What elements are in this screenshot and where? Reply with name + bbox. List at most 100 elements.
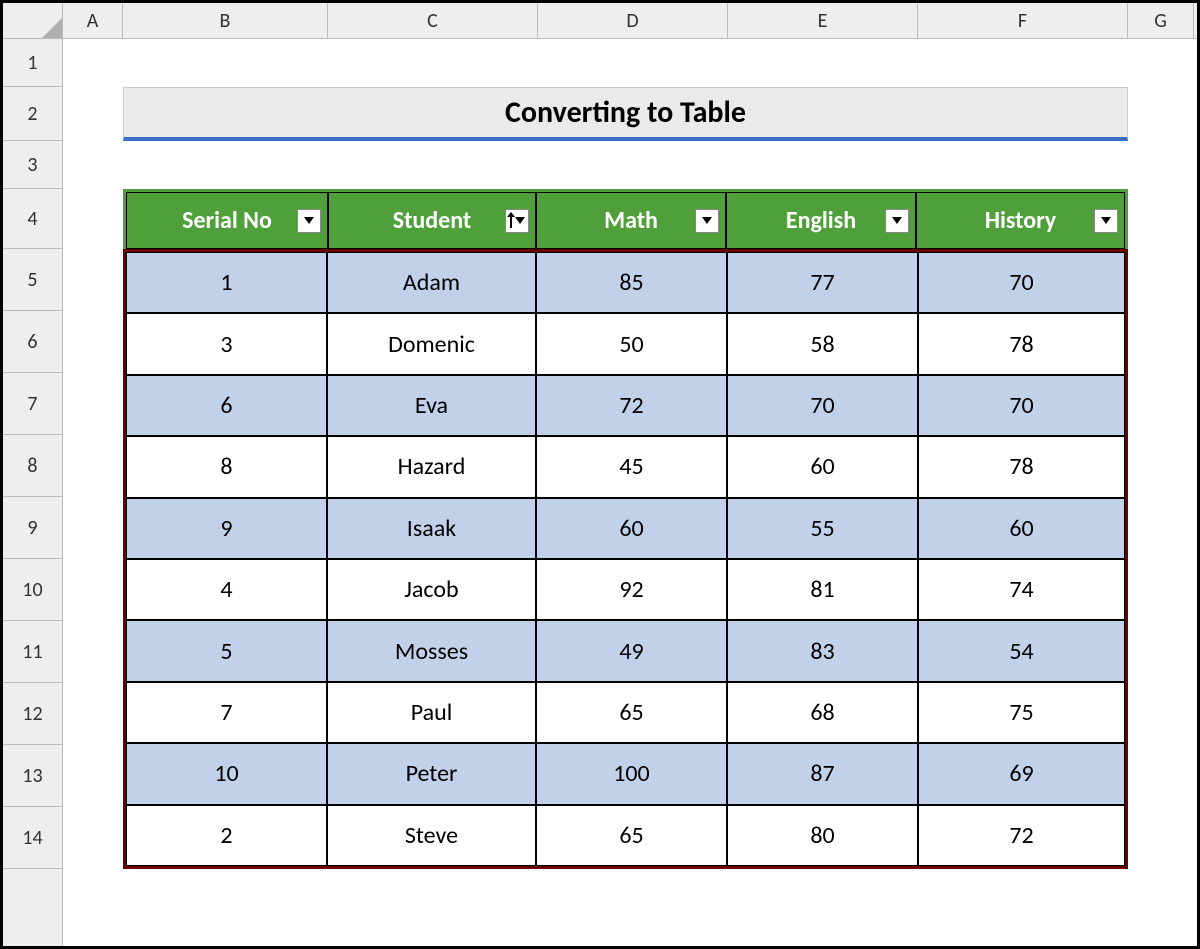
table-cell-history[interactable]: 78 — [918, 313, 1125, 374]
table-cell-history[interactable]: 69 — [918, 743, 1125, 804]
header-history[interactable]: History — [916, 192, 1125, 249]
row-header-2[interactable]: 2 — [3, 87, 62, 141]
row-header-7[interactable]: 7 — [3, 373, 62, 435]
row-header-8[interactable]: 8 — [3, 435, 62, 497]
table-cell-serial[interactable]: 1 — [126, 252, 327, 313]
table-cell-english[interactable]: 58 — [727, 313, 918, 374]
row-header-5[interactable]: 5 — [3, 249, 62, 311]
select-all-corner[interactable] — [3, 3, 63, 39]
filter-button-math[interactable] — [695, 209, 719, 233]
table-cell-math[interactable]: 92 — [536, 559, 727, 620]
table-cell-student[interactable]: Steve — [327, 805, 536, 866]
table-cell-math[interactable]: 65 — [536, 805, 727, 866]
table-cell-english[interactable]: 60 — [727, 436, 918, 497]
table-cell-math[interactable]: 50 — [536, 313, 727, 374]
table-cell-serial[interactable]: 8 — [126, 436, 327, 497]
table-cell-history[interactable]: 74 — [918, 559, 1125, 620]
cell-G1[interactable] — [1128, 39, 1194, 87]
table-cell-student[interactable]: Paul — [327, 682, 536, 743]
table-cell-student[interactable]: Jacob — [327, 559, 536, 620]
filter-button-english[interactable] — [885, 209, 909, 233]
row-header-4[interactable]: 4 — [3, 189, 62, 249]
table-cell-student[interactable]: Hazard — [327, 436, 536, 497]
table-cell-history[interactable]: 70 — [918, 252, 1125, 313]
header-student[interactable]: Student — [328, 192, 536, 249]
cell-G15[interactable] — [1128, 869, 1194, 904]
cell-G3[interactable] — [1128, 141, 1194, 189]
table-cell-history[interactable]: 75 — [918, 682, 1125, 743]
col-header-E[interactable]: E — [728, 3, 918, 38]
table-cell-serial[interactable]: 3 — [126, 313, 327, 374]
col-header-C[interactable]: C — [328, 3, 538, 38]
table-cell-serial[interactable]: 2 — [126, 805, 327, 866]
col-header-B[interactable]: B — [123, 3, 328, 38]
table-cell-serial[interactable]: 5 — [126, 620, 327, 681]
table-cell-student[interactable]: Adam — [327, 252, 536, 313]
table-cell-math[interactable]: 45 — [536, 436, 727, 497]
row-header-13[interactable]: 13 — [3, 745, 62, 807]
table-cell-history[interactable]: 72 — [918, 805, 1125, 866]
row-header-1[interactable]: 1 — [3, 39, 62, 87]
col-header-F[interactable]: F — [918, 3, 1128, 38]
cell-range-B3F3[interactable] — [123, 141, 1128, 189]
cell-G-data[interactable] — [1128, 249, 1194, 869]
table-cell-math[interactable]: 100 — [536, 743, 727, 804]
table-cell-student[interactable]: Isaak — [327, 498, 536, 559]
table-cell-student[interactable]: Domenic — [327, 313, 536, 374]
filter-button-serial[interactable] — [297, 209, 321, 233]
table-cell-student[interactable]: Peter — [327, 743, 536, 804]
chevron-down-icon — [515, 217, 525, 224]
table-cell-math[interactable]: 65 — [536, 682, 727, 743]
table-cell-math[interactable]: 49 — [536, 620, 727, 681]
table-cell-student[interactable]: Eva — [327, 375, 536, 436]
table-cell-student[interactable]: Mosses — [327, 620, 536, 681]
table-cell-english[interactable]: 87 — [727, 743, 918, 804]
header-english-label: English — [786, 206, 856, 235]
row-header-11[interactable]: 11 — [3, 621, 62, 683]
table-cell-math[interactable]: 72 — [536, 375, 727, 436]
table-cell-serial[interactable]: 4 — [126, 559, 327, 620]
filter-button-student-sorted[interactable] — [505, 209, 529, 233]
cell-A15[interactable] — [63, 869, 123, 904]
table-cell-serial[interactable]: 9 — [126, 498, 327, 559]
table-cell-history[interactable]: 70 — [918, 375, 1125, 436]
table-cell-serial[interactable]: 7 — [126, 682, 327, 743]
header-english[interactable]: English — [726, 192, 916, 249]
col-header-A[interactable]: A — [63, 3, 123, 38]
table-cell-english[interactable]: 83 — [727, 620, 918, 681]
table-cell-serial[interactable]: 6 — [126, 375, 327, 436]
row-header-10[interactable]: 10 — [3, 559, 62, 621]
table-cell-english[interactable]: 81 — [727, 559, 918, 620]
cell-range-B1F1[interactable] — [123, 39, 1128, 87]
header-math[interactable]: Math — [536, 192, 726, 249]
table-cell-history[interactable]: 54 — [918, 620, 1125, 681]
table-cell-english[interactable]: 77 — [727, 252, 918, 313]
table-cell-english[interactable]: 80 — [727, 805, 918, 866]
row-header-3[interactable]: 3 — [3, 141, 62, 189]
cell-range-B15F15[interactable] — [123, 869, 1128, 904]
cell-A4[interactable] — [63, 189, 123, 249]
table-cell-history[interactable]: 78 — [918, 436, 1125, 497]
row-header-14[interactable]: 14 — [3, 807, 62, 869]
table-cell-english[interactable]: 70 — [727, 375, 918, 436]
row-header-9[interactable]: 9 — [3, 497, 62, 559]
row-header-6[interactable]: 6 — [3, 311, 62, 373]
cell-G2[interactable] — [1128, 87, 1194, 141]
table-cell-serial[interactable]: 10 — [126, 743, 327, 804]
col-header-G[interactable]: G — [1128, 3, 1194, 38]
cell-G4[interactable] — [1128, 189, 1194, 249]
table-cell-english[interactable]: 68 — [727, 682, 918, 743]
cell-A2[interactable] — [63, 87, 123, 141]
table-cell-english[interactable]: 55 — [727, 498, 918, 559]
table-cell-history[interactable]: 60 — [918, 498, 1125, 559]
table-cell-math[interactable]: 85 — [536, 252, 727, 313]
col-header-D[interactable]: D — [538, 3, 728, 38]
cell-A-data[interactable] — [63, 249, 123, 869]
row-header-12[interactable]: 12 — [3, 683, 62, 745]
header-serial[interactable]: Serial No — [126, 192, 328, 249]
page-title[interactable]: Converting to Table — [123, 87, 1128, 141]
cell-A3[interactable] — [63, 141, 123, 189]
filter-button-history[interactable] — [1094, 209, 1118, 233]
cell-A1[interactable] — [63, 39, 123, 87]
table-cell-math[interactable]: 60 — [536, 498, 727, 559]
